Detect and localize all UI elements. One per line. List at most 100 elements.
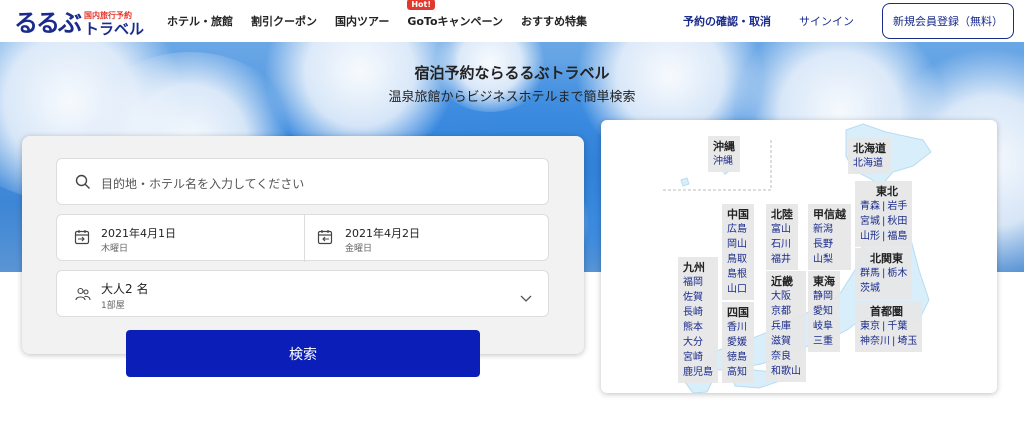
region-kitakanto: 北関東 群馬 | 栃木 茨城 <box>855 248 913 299</box>
pref-aichi[interactable]: 愛知 <box>813 304 835 319</box>
checkout-date: 2021年4月2日 <box>345 227 420 240</box>
region-hokkaido-name: 北海道 <box>853 142 886 155</box>
pref-yamaguchi[interactable]: 山口 <box>727 282 749 297</box>
pref-ibaraki[interactable]: 茨城 <box>860 281 880 296</box>
pref-fukuoka[interactable]: 福岡 <box>683 275 713 290</box>
pref-miyazaki[interactable]: 宮崎 <box>683 350 713 365</box>
search-button[interactable]: 検索 <box>126 330 480 377</box>
pref-yamanashi[interactable]: 山梨 <box>813 252 846 267</box>
pref-kochi[interactable]: 高知 <box>727 365 749 380</box>
pref-shimane[interactable]: 島根 <box>727 267 749 282</box>
rurubu-logo[interactable]: るるぶ 国内旅行予約 トラベル <box>14 5 144 37</box>
pref-shiga[interactable]: 滋賀 <box>771 334 801 349</box>
checkin-calendar-icon <box>74 229 90 249</box>
region-tohoku: 東北 青森 | 岩手 宮城 | 秋田 山形 | 福島 <box>855 181 913 247</box>
nav-domestic-tours[interactable]: 国内ツアー <box>335 13 389 29</box>
pref-hyogo[interactable]: 兵庫 <box>771 319 801 334</box>
pref-row: 山形 | 福島 <box>860 229 907 244</box>
people-icon <box>75 286 91 306</box>
pref-okinawa[interactable]: 沖縄 <box>713 154 735 169</box>
date-range-field: 2021年4月1日 木曜日 2021年4月2日 金曜日 <box>56 214 550 262</box>
guests-select[interactable]: 大人2 名 1部屋 <box>56 270 549 317</box>
region-chugoku-name: 中国 <box>727 208 749 221</box>
nav-goto-campaign[interactable]: Hot! GoToキャンペーン <box>407 0 503 29</box>
search-icon <box>75 174 91 194</box>
logo-side: 国内旅行予約 トラベル <box>84 12 144 37</box>
region-shikoku: 四国 香川 愛媛 徳島 高知 <box>722 302 754 383</box>
separator: | <box>882 231 886 242</box>
region-kitakanto-name: 北関東 <box>870 252 903 265</box>
pref-row: 神奈川 | 埼玉 <box>860 334 917 349</box>
pref-osaka[interactable]: 大阪 <box>771 289 801 304</box>
pref-fukui[interactable]: 福井 <box>771 252 793 267</box>
region-tokai-name: 東海 <box>813 275 835 288</box>
separator: | <box>882 268 886 279</box>
pref-kanagawa[interactable]: 神奈川 <box>860 334 890 349</box>
pref-tokyo[interactable]: 東京 <box>860 319 880 334</box>
checkin-day: 木曜日 <box>101 244 129 254</box>
destination-input[interactable]: 目的地・ホテル名を入力してください <box>56 158 549 205</box>
pref-kyoto[interactable]: 京都 <box>771 304 801 319</box>
pref-kumamoto[interactable]: 熊本 <box>683 320 713 335</box>
region-kyushu-name: 九州 <box>683 261 705 274</box>
pref-nagano[interactable]: 長野 <box>813 237 846 252</box>
pref-wakayama[interactable]: 和歌山 <box>771 364 801 379</box>
pref-nagasaki[interactable]: 長崎 <box>683 305 713 320</box>
pref-gunma[interactable]: 群馬 <box>860 266 880 281</box>
logo-sub-text: 国内旅行予約 <box>84 11 132 20</box>
region-hokuriku-name: 北陸 <box>771 208 793 221</box>
checkin-date-field[interactable]: 2021年4月1日 木曜日 <box>57 215 304 262</box>
pref-hokkaido[interactable]: 北海道 <box>853 156 886 171</box>
pref-miyagi[interactable]: 宮城 <box>860 214 880 229</box>
pref-yamagata[interactable]: 山形 <box>860 229 880 244</box>
pref-saitama[interactable]: 埼玉 <box>897 334 917 349</box>
region-kinki-name: 近畿 <box>771 275 793 288</box>
nav-hotels[interactable]: ホテル・旅館 <box>167 13 233 29</box>
japan-area-map: 沖縄 沖縄 北海道 北海道 東北 青森 | 岩手 宮城 | 秋田 山形 | 福島 北関東 群… <box>601 120 997 393</box>
pref-chiba[interactable]: 千葉 <box>887 319 907 334</box>
pref-oita[interactable]: 大分 <box>683 335 713 350</box>
pref-ishikawa[interactable]: 石川 <box>771 237 793 252</box>
checkin-date: 2021年4月1日 <box>101 227 176 240</box>
region-tokai: 東海 静岡 愛知 岐阜 三重 <box>808 271 840 352</box>
pref-hiroshima[interactable]: 広島 <box>727 222 749 237</box>
pref-ehime[interactable]: 愛媛 <box>727 335 749 350</box>
logo-travel-text: トラベル <box>84 20 145 38</box>
pref-aomori[interactable]: 青森 <box>860 199 880 214</box>
pref-saga[interactable]: 佐賀 <box>683 290 713 305</box>
nav-featured[interactable]: おすすめ特集 <box>521 13 587 29</box>
pref-toyama[interactable]: 富山 <box>771 222 793 237</box>
logo-main-text: るるぶ <box>14 9 82 37</box>
reservation-check-link[interactable]: 予約の確認・取消 <box>683 13 771 29</box>
pref-kagoshima[interactable]: 鹿児島 <box>683 365 713 380</box>
region-kyushu: 九州 福岡 佐賀 長崎 熊本 大分 宮崎 鹿児島 <box>678 257 718 383</box>
region-koshinetsu: 甲信越 新潟 長野 山梨 <box>808 204 851 270</box>
pref-row: 群馬 | 栃木 <box>860 266 907 281</box>
destination-placeholder: 目的地・ホテル名を入力してください <box>101 177 305 191</box>
pref-fukushima[interactable]: 福島 <box>887 229 907 244</box>
pref-row: 茨城 <box>860 281 907 296</box>
register-button[interactable]: 新規会員登録（無料） <box>882 3 1014 39</box>
nav-coupons[interactable]: 割引クーポン <box>251 13 317 29</box>
signin-link[interactable]: サインイン <box>799 13 854 29</box>
region-koshinetsu-name: 甲信越 <box>813 208 846 221</box>
search-panel: 目的地・ホテル名を入力してください 2021年4月1日 木曜日 2021年4月2… <box>22 136 584 354</box>
pref-shizuoka[interactable]: 静岡 <box>813 289 835 304</box>
separator: | <box>882 321 886 332</box>
pref-mie[interactable]: 三重 <box>813 334 835 349</box>
pref-tottori[interactable]: 鳥取 <box>727 252 749 267</box>
pref-niigata[interactable]: 新潟 <box>813 222 846 237</box>
pref-gifu[interactable]: 岐阜 <box>813 319 835 334</box>
pref-iwate[interactable]: 岩手 <box>887 199 907 214</box>
separator: | <box>882 201 886 212</box>
pref-nara[interactable]: 奈良 <box>771 349 801 364</box>
pref-row: 東京 | 千葉 <box>860 319 917 334</box>
pref-tokushima[interactable]: 徳島 <box>727 350 749 365</box>
pref-okayama[interactable]: 岡山 <box>727 237 749 252</box>
pref-akita[interactable]: 秋田 <box>887 214 907 229</box>
checkout-date-field[interactable]: 2021年4月2日 金曜日 <box>304 215 550 262</box>
pref-tochigi[interactable]: 栃木 <box>887 266 907 281</box>
separator: | <box>882 216 886 227</box>
site-header: るるぶ 国内旅行予約 トラベル ホテル・旅館 割引クーポン 国内ツアー Hot!… <box>0 0 1024 42</box>
pref-kagawa[interactable]: 香川 <box>727 320 749 335</box>
